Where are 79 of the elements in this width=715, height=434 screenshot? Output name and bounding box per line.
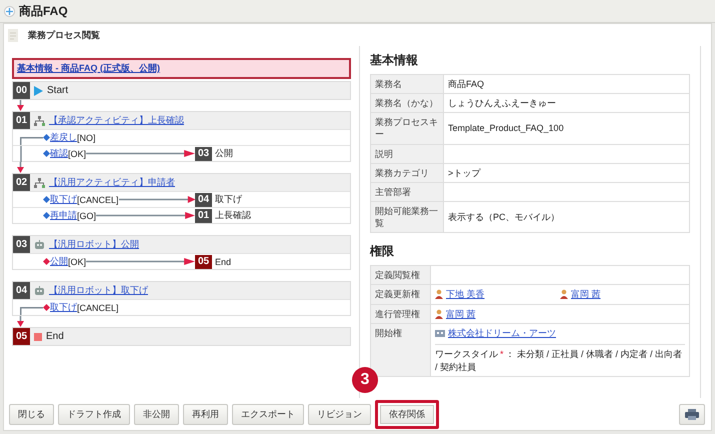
field-label: 開始権: [370, 323, 430, 376]
transition-code: [NO]: [77, 132, 96, 142]
field-value: Template_Product_FAQ_100: [444, 112, 690, 144]
transition-code: [CANCEL]: [77, 302, 119, 312]
field-label: 業務カテゴリ: [370, 163, 444, 182]
field-value: 表示する（PC、モバイル）: [444, 201, 690, 233]
transition-code: [OK]: [68, 148, 86, 158]
basic-info-link[interactable]: 基本情報 - 商品FAQ (正式版、公開): [12, 58, 351, 79]
toolbar-button[interactable]: エクスポート: [232, 404, 304, 424]
transition-code: [OK]: [68, 256, 86, 266]
toolbar-button[interactable]: 再利用: [183, 404, 228, 424]
toolbar-button[interactable]: 閉じる: [9, 404, 54, 424]
window-title: 商品FAQ: [19, 2, 68, 20]
robot-icon: [34, 240, 45, 249]
field-label: 説明: [370, 144, 444, 164]
app-icon: [4, 6, 15, 16]
step-number: 04: [13, 282, 30, 299]
robot-icon: [34, 286, 45, 295]
step-link[interactable]: 【汎用ロボット】公開: [49, 238, 139, 251]
field-label: 定義閲覧権: [370, 266, 430, 285]
target-number: 03: [195, 146, 212, 160]
target-label: End: [215, 256, 232, 266]
work-style-text: ワークスタイル * ： 未分類 / 正社員 / 休職者 / 内定者 / 出向者 / 契約社員: [435, 344, 685, 373]
field-label: 定義更新権: [370, 284, 430, 304]
field-value: しょうひんえふえーきゅー: [444, 94, 690, 113]
step-number: 05: [13, 328, 30, 345]
target-number: 01: [195, 208, 212, 222]
person-icon: [435, 308, 443, 319]
step-link[interactable]: 【汎用ロボット】取下げ: [49, 284, 148, 297]
toolbar-button[interactable]: リビジョン: [308, 404, 371, 424]
step-link[interactable]: 【承認アクティビティ】上長確認: [49, 114, 184, 127]
user-link[interactable]: 富岡 茜: [446, 308, 476, 320]
field-value: 商品FAQ: [444, 74, 690, 94]
target-number: 05: [195, 254, 212, 268]
transition-code: [CANCEL]: [77, 194, 119, 204]
section-heading: 権限: [370, 243, 395, 260]
hierarchy-icon: [34, 116, 45, 126]
transition-link[interactable]: 差戻し: [50, 131, 77, 144]
transition-code: [GO]: [77, 210, 96, 220]
step-number: 01: [13, 112, 30, 129]
stop-icon: [34, 332, 42, 340]
person-icon: [560, 289, 568, 300]
page-heading: 業務プロセス閲覧: [28, 28, 100, 42]
step-link[interactable]: 【汎用アクティビティ】申請者: [49, 176, 175, 189]
field-label: 主管部署: [370, 182, 444, 202]
building-icon: [435, 328, 445, 338]
user-link[interactable]: 下地 美香: [446, 288, 485, 301]
user-link[interactable]: 富岡 茜: [571, 288, 601, 301]
transition-link[interactable]: 取下げ: [50, 301, 77, 314]
target-label: 公開: [215, 147, 233, 160]
field-label: 開始可能業務一覧: [370, 201, 444, 233]
step-label: End: [46, 331, 64, 342]
section-heading: 基本情報: [370, 52, 419, 69]
document-icon: [8, 28, 18, 42]
step-number: 02: [13, 174, 30, 191]
target-number: 04: [195, 192, 212, 206]
field-label: 進行管理権: [370, 304, 430, 324]
transition-link[interactable]: 確認: [50, 147, 68, 160]
target-label: 上長確認: [215, 209, 251, 222]
toolbar-button[interactable]: 依存関係: [375, 400, 439, 428]
step-number: 00: [13, 82, 30, 99]
transition-link[interactable]: 公開: [50, 255, 68, 268]
toolbar-button[interactable]: ドラフト作成: [58, 404, 130, 424]
transition-link[interactable]: 取下げ: [50, 193, 77, 206]
print-button[interactable]: [679, 404, 705, 424]
transition-link[interactable]: 再申請: [50, 209, 77, 222]
toolbar-button[interactable]: 非公開: [134, 404, 179, 424]
play-icon: [34, 86, 43, 96]
printer-icon: [685, 408, 699, 420]
step-number: 03: [13, 236, 30, 253]
field-label: 業務プロセスキー: [370, 112, 444, 144]
field-value: >トップ: [444, 163, 690, 182]
person-icon: [435, 289, 443, 300]
field-label: 業務名: [370, 74, 444, 94]
organization-link[interactable]: 株式会社ドリーム・アーツ: [448, 326, 556, 339]
hierarchy-icon: [34, 178, 45, 188]
field-label: 業務名（かな）: [370, 94, 444, 113]
step-label: Start: [47, 85, 68, 96]
target-label: 取下げ: [215, 193, 242, 206]
